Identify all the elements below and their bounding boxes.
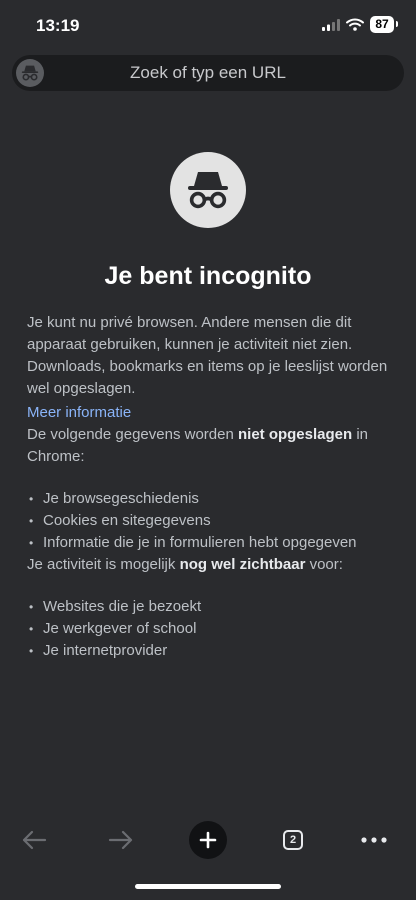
not-saved-heading: De volgende gegevens worden niet opgesla… — [27, 426, 369, 465]
page-title: Je bent incognito — [104, 262, 312, 290]
incognito-info: Je kunt nu privé browsen. Andere mensen … — [27, 312, 397, 662]
url-input[interactable] — [52, 55, 364, 91]
list-item: Cookies en sitegegevens — [27, 510, 397, 532]
more-info-link[interactable]: Meer informatie — [27, 402, 397, 424]
menu-button[interactable] — [356, 822, 392, 858]
battery-indicator: 87 — [370, 16, 398, 33]
list-item: Je browsegeschiedenis — [27, 488, 397, 510]
status-icons: 87 — [322, 16, 398, 33]
incognito-icon[interactable] — [16, 59, 44, 87]
intro-text: Je kunt nu privé browsen. Andere mensen … — [27, 314, 388, 397]
not-saved-list: Je browsegeschiedenis Cookies en sitegeg… — [27, 488, 397, 554]
home-indicator[interactable] — [135, 884, 281, 889]
visible-list: Websites die je bezoekt Je werkgever of … — [27, 596, 397, 662]
status-bar: 13:19 87 — [0, 0, 416, 52]
visible-heading: Je activiteit is mogelijk nog wel zichtb… — [27, 556, 343, 573]
new-tab-button[interactable] — [189, 821, 227, 859]
arrow-right-icon — [108, 830, 133, 850]
tab-count: 2 — [289, 834, 297, 846]
arrow-left-icon — [22, 830, 47, 850]
cellular-signal-icon — [322, 18, 340, 31]
plus-icon — [199, 831, 217, 849]
wifi-icon — [346, 18, 364, 31]
bottom-toolbar: 2 — [0, 812, 416, 868]
more-horizontal-icon — [361, 837, 387, 843]
incognito-icon — [170, 152, 246, 228]
list-item: Je internetprovider — [27, 640, 397, 662]
tab-switcher-button[interactable]: 2 — [275, 822, 311, 858]
list-item: Websites die je bezoekt — [27, 596, 397, 618]
back-button[interactable] — [16, 822, 52, 858]
omnibox[interactable] — [12, 55, 404, 91]
list-item: Informatie die je in formulieren hebt op… — [27, 532, 397, 554]
tab-switcher-icon: 2 — [283, 830, 303, 850]
forward-button[interactable] — [103, 822, 139, 858]
status-time: 13:19 — [36, 16, 80, 35]
list-item: Je werkgever of school — [27, 618, 397, 640]
